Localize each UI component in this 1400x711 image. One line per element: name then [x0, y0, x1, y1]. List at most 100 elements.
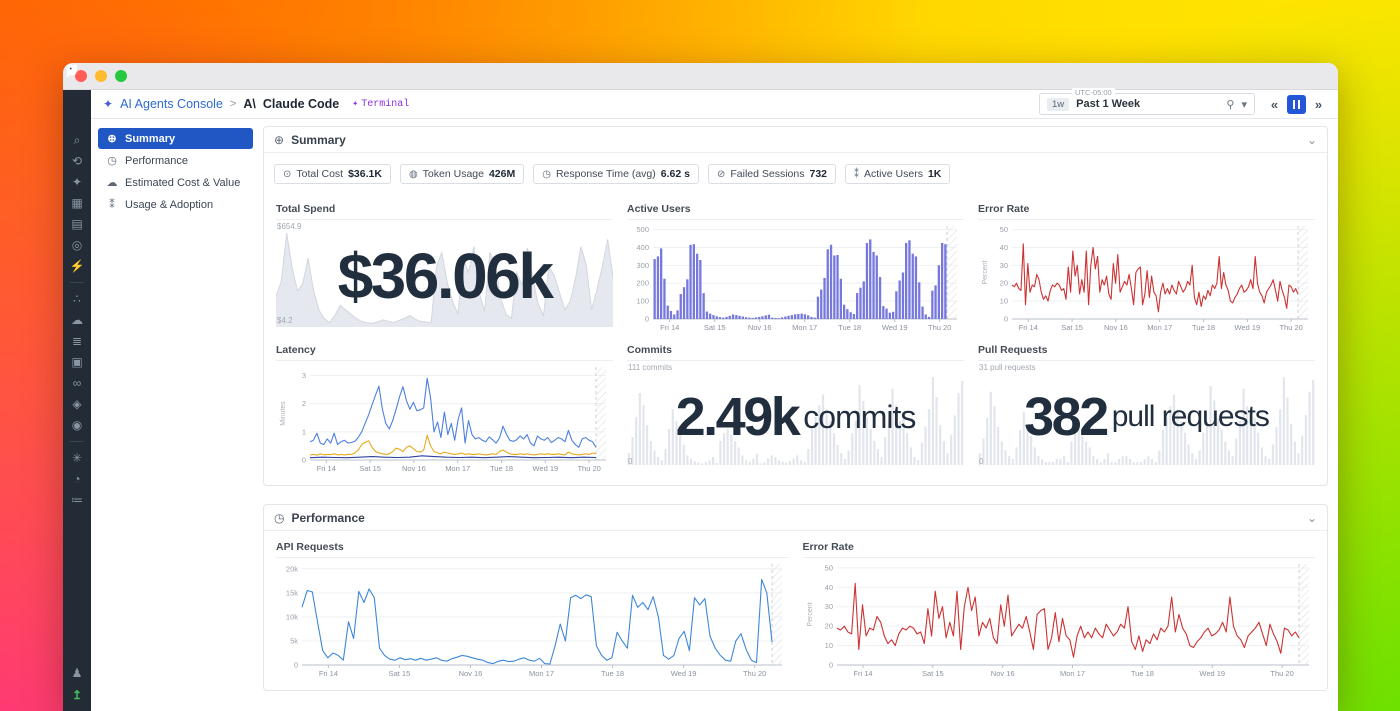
performance-section-header[interactable]: ◷ Performance ⌄ [264, 505, 1327, 531]
breadcrumb-app-link[interactable]: AI Agents Console [120, 97, 223, 111]
svg-text:Sat 15: Sat 15 [704, 323, 726, 332]
sidebar-item-performance[interactable]: ◷ Performance [98, 150, 253, 171]
query-value-unit: pull requests [1112, 402, 1269, 432]
stat-value: 732 [809, 168, 827, 180]
org-icon[interactable]: ♟ [72, 667, 83, 679]
search-icon[interactable]: ⌕ [74, 134, 81, 146]
error-rate-chart-plot[interactable]: 01020304050Fri 14Sat 15Nov 16Mon 17Tue 1… [978, 220, 1315, 332]
events-icon[interactable]: ⚡ [70, 260, 85, 272]
sidebar-item-label: Usage & Adoption [125, 199, 213, 211]
svg-text:Percent: Percent [982, 260, 989, 284]
error-tracking-icon[interactable]: ✳ [72, 452, 82, 464]
perf-error-rate-chart-plot[interactable]: 01020304050Fri 14Sat 15Nov 16Mon 17Tue 1… [803, 558, 1316, 678]
time-range-chip: 1w [1047, 98, 1069, 111]
playback-controls: « » [1265, 95, 1328, 114]
svg-text:Tue 18: Tue 18 [1130, 669, 1153, 678]
processes-icon[interactable]: ∴ [73, 293, 81, 305]
notebooks-icon[interactable]: ≔ [71, 494, 83, 506]
svg-text:Tue 18: Tue 18 [1192, 323, 1215, 332]
summary-section-header[interactable]: ⊕ Summary ⌄ [264, 127, 1327, 153]
collapse-chevron-icon[interactable]: ⌄ [1307, 133, 1317, 147]
svg-text:Mon 17: Mon 17 [1060, 669, 1085, 678]
collapse-chevron-icon[interactable]: ⌄ [1307, 511, 1317, 525]
svg-text:1: 1 [302, 427, 306, 436]
performance-section: ◷ Performance ⌄ API Requests05k10k15k20k… [263, 504, 1328, 691]
commits-chart-plot[interactable]: 2.49kcommits111 commits0 [627, 361, 964, 473]
performance-section-title: Performance [291, 511, 1299, 525]
datadog-logo-icon[interactable] [63, 90, 91, 118]
latency-chart-plot[interactable]: 0123Fri 14Sat 15Nov 16Mon 17Tue 18Wed 19… [276, 361, 613, 473]
sparkle-icon: ✦ [103, 97, 113, 111]
stat-label: Total Cost [296, 168, 343, 180]
svg-text:Nov 16: Nov 16 [1104, 323, 1128, 332]
minimize-window-button[interactable] [95, 70, 107, 82]
total-spend-chart-plot[interactable]: $36.06k$654.9$4.2 [276, 220, 613, 332]
sidebar-item-estimated-cost-value[interactable]: ☁Estimated Cost & Value [98, 172, 253, 193]
security-icon[interactable]: ◈ [72, 398, 81, 410]
svg-text:Sat 15: Sat 15 [359, 464, 381, 473]
sidebar-item-label: Performance [125, 155, 188, 167]
install-icon[interactable]: ↥ [72, 689, 82, 701]
stat-chip-total-cost: ⊙Total Cost$36.1K [274, 164, 391, 184]
svg-text:Minutes: Minutes [280, 401, 287, 426]
stat-chip-token-usage: ◍Token Usage426M [400, 164, 524, 184]
pull-requests-chart-plot[interactable]: 382pull requests31 pull requests0 [978, 361, 1315, 473]
logs-icon[interactable]: ≣ [72, 335, 82, 347]
pause-button[interactable] [1287, 95, 1306, 114]
total-spend-chart: Total Spend$36.06k$654.9$4.2 [276, 201, 613, 332]
sidebar-item-label: Summary [125, 133, 175, 145]
chart-max-label: 111 commits [628, 363, 672, 372]
ci-icon[interactable]: ∞ [73, 377, 82, 389]
apm-icon[interactable]: ◎ [72, 239, 82, 251]
stat-label: Token Usage [423, 168, 484, 180]
bits-ai-icon[interactable]: ✦ [72, 176, 82, 188]
chart-title: Pull Requests [978, 342, 1315, 361]
chart-min-label: 0 [628, 457, 632, 466]
pin-icon[interactable]: ⚲ [1226, 98, 1234, 111]
dollar-icon: ⊙ [283, 169, 291, 180]
maximize-window-button[interactable] [115, 70, 127, 82]
chevron-down-icon[interactable]: ▾ [1241, 98, 1247, 111]
query-value-overlay: $36.06k [276, 220, 613, 332]
stat-value: 426M [489, 168, 515, 180]
sidebar-item-summary[interactable]: ⊕ Summary [98, 128, 253, 149]
api-requests-chart-plot[interactable]: 05k10k15k20kFri 14Sat 15Nov 16Mon 17Tue … [276, 558, 789, 678]
clock-icon: ◷ [106, 154, 118, 167]
stat-value: 1K [928, 168, 941, 180]
active-users-chart-plot[interactable]: 0100200300400500Fri 14Sat 15Nov 16Mon 17… [627, 220, 964, 332]
infrastructure-icon[interactable]: ▦ [71, 197, 82, 209]
app-window: ⌕⟲✦▦▤◎⚡∴☁≣▣∞◈◉✳◔≔ ♟↥ ✦ AI Agents Console… [63, 63, 1338, 711]
svg-text:5k: 5k [290, 636, 298, 645]
synthetics-icon[interactable]: ◉ [72, 419, 82, 431]
svg-text:20: 20 [824, 622, 832, 631]
chart-title: Commits [627, 342, 964, 361]
svg-text:Mon 17: Mon 17 [445, 464, 470, 473]
terminal-tag[interactable]: ✦ Terminal [352, 98, 409, 110]
time-back-button[interactable]: « [1265, 95, 1284, 114]
recents-icon[interactable]: ⟲ [72, 155, 82, 167]
svg-text:Mon 17: Mon 17 [529, 669, 554, 678]
serverless-icon[interactable]: ☁ [71, 314, 83, 326]
svg-text:10: 10 [1000, 297, 1008, 306]
svg-text:Sat 15: Sat 15 [921, 669, 943, 678]
time-forward-button[interactable]: » [1309, 95, 1328, 114]
time-range-picker[interactable]: UTC-05:00 1w Past 1 Week ⚲ ▾ [1039, 93, 1255, 115]
timer-icon: ◷ [542, 169, 551, 180]
rum-icon[interactable]: ▣ [71, 356, 82, 368]
rail-bottom-icons: ♟↥ [72, 667, 83, 701]
rail-divider [70, 282, 84, 283]
sidebar-item-usage-adoption[interactable]: ⁑Usage & Adoption [98, 194, 253, 215]
metrics-icon[interactable]: ▤ [71, 218, 82, 230]
watchdog-icon[interactable]: ◔ [73, 473, 80, 485]
globe-icon: ⊕ [106, 132, 118, 145]
summary-charts-grid: Total Spend$36.06k$654.9$4.2Active Users… [264, 193, 1327, 485]
svg-text:3: 3 [302, 371, 306, 380]
stat-label: Active Users [864, 168, 923, 180]
breadcrumb-separator: > [230, 98, 236, 110]
svg-text:Sat 15: Sat 15 [389, 669, 411, 678]
stat-value: 6.62 s [661, 168, 690, 180]
svg-text:Mon 17: Mon 17 [792, 323, 817, 332]
query-value-overlay: 382pull requests [978, 361, 1315, 473]
svg-text:10k: 10k [286, 612, 298, 621]
svg-text:Tue 18: Tue 18 [601, 669, 624, 678]
